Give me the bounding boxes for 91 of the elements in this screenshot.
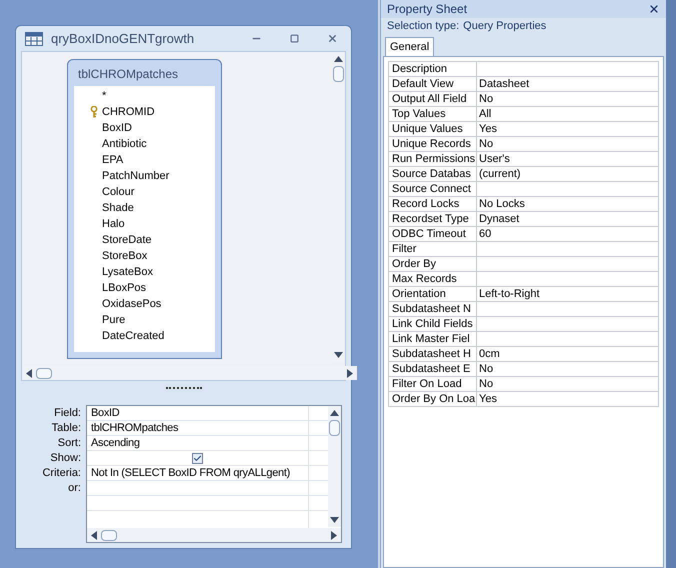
property-name: Unique Records bbox=[389, 137, 477, 151]
property-name: Source Connect bbox=[389, 182, 477, 196]
check-icon bbox=[193, 454, 202, 462]
maximize-icon[interactable] bbox=[290, 34, 299, 44]
scroll-thumb[interactable] bbox=[333, 66, 344, 82]
property-value[interactable]: Yes bbox=[479, 393, 497, 405]
property-name: Max Records bbox=[389, 272, 477, 286]
property-name: Unique Values bbox=[389, 122, 477, 136]
property-name: Run Permissions bbox=[389, 152, 477, 166]
scroll-down-icon[interactable] bbox=[334, 352, 343, 358]
property-value[interactable]: Yes bbox=[479, 123, 497, 135]
scroll-thumb[interactable] bbox=[329, 420, 340, 436]
scroll-up-icon[interactable] bbox=[334, 56, 343, 62]
property-value[interactable]: All bbox=[479, 108, 492, 120]
splitter-handle[interactable] bbox=[166, 386, 202, 390]
key-icon bbox=[90, 106, 98, 118]
field-name[interactable]: * bbox=[102, 88, 106, 105]
property-name: ODBC Timeout bbox=[389, 227, 477, 241]
property-name: Filter On Load bbox=[389, 377, 477, 391]
field-name[interactable]: Colour bbox=[102, 184, 134, 201]
property-value[interactable]: No bbox=[479, 378, 494, 390]
property-name: Recordset Type bbox=[389, 212, 477, 226]
property-value[interactable]: Dynaset bbox=[479, 213, 520, 225]
field-name[interactable]: CHROMID bbox=[102, 104, 155, 121]
field-name[interactable]: Shade bbox=[102, 200, 134, 217]
property-value[interactable]: (current) bbox=[479, 168, 521, 180]
panel-title: Property Sheet bbox=[387, 1, 468, 18]
field-list-title: tblCHROMpatches bbox=[77, 66, 180, 84]
property-name: Description bbox=[389, 62, 477, 76]
field-name[interactable]: Halo bbox=[102, 216, 125, 233]
field-name[interactable]: EPA bbox=[102, 152, 124, 169]
field-name[interactable]: Antibiotic bbox=[102, 136, 147, 153]
show-checkbox[interactable] bbox=[192, 452, 203, 464]
grid-cell-text[interactable]: BoxID bbox=[91, 406, 120, 420]
field-name[interactable]: Pure bbox=[102, 312, 126, 329]
property-name: Output All Field bbox=[389, 92, 477, 106]
property-name: Link Child Fields bbox=[389, 317, 477, 331]
grid-cell-text[interactable]: tblCHROMpatches bbox=[91, 421, 178, 435]
close-icon[interactable] bbox=[327, 33, 338, 44]
property-value[interactable]: No Locks bbox=[479, 198, 525, 210]
vertical-scrollbar[interactable] bbox=[328, 406, 341, 527]
property-value[interactable]: Datasheet bbox=[479, 78, 530, 90]
query-icon bbox=[25, 32, 43, 46]
row-label: Sort: bbox=[58, 436, 81, 451]
property-value[interactable]: No bbox=[479, 93, 494, 105]
tab[interactable]: General bbox=[385, 37, 434, 57]
property-value[interactable]: 0cm bbox=[479, 348, 500, 360]
row-label: Field: bbox=[54, 406, 81, 421]
scroll-up-icon[interactable] bbox=[330, 410, 339, 416]
horizontal-scrollbar[interactable] bbox=[87, 528, 341, 542]
window-title: qryBoxIDnoGENTgrowth bbox=[51, 30, 194, 48]
scroll-left-icon[interactable] bbox=[26, 368, 32, 378]
property-value[interactable]: No bbox=[479, 138, 494, 150]
property-name: Subdatasheet H bbox=[389, 347, 477, 361]
property-name: Order By bbox=[389, 257, 477, 271]
scroll-thumb[interactable] bbox=[36, 368, 52, 379]
property-value[interactable]: User's bbox=[479, 153, 510, 165]
selection-type-value: Query Properties bbox=[463, 19, 546, 34]
scroll-right-icon[interactable] bbox=[331, 530, 337, 540]
row-label: Show: bbox=[50, 451, 81, 466]
property-name: Record Locks bbox=[389, 197, 477, 211]
property-name: Top Values bbox=[389, 107, 477, 121]
row-label: Criteria: bbox=[42, 466, 81, 481]
field-name[interactable]: OxidasePos bbox=[102, 296, 162, 313]
close-icon[interactable] bbox=[648, 3, 660, 15]
field-name[interactable]: StoreBox bbox=[102, 248, 148, 265]
scroll-left-icon[interactable] bbox=[91, 530, 97, 540]
grid-cell-text[interactable]: Not In (SELECT BoxID FROM qryALLgent) bbox=[91, 466, 290, 480]
field-name[interactable]: LBoxPos bbox=[102, 280, 146, 297]
row-label: Table: bbox=[52, 421, 81, 436]
field-name[interactable]: LysateBox bbox=[102, 264, 153, 281]
property-name: Subdatasheet N bbox=[389, 302, 477, 316]
property-name: Default View bbox=[389, 77, 477, 91]
property-name: Subdatasheet E bbox=[389, 362, 477, 376]
property-name: Filter bbox=[389, 242, 477, 256]
scroll-down-icon[interactable] bbox=[330, 517, 339, 523]
grid-cell-text[interactable]: Ascending bbox=[91, 436, 140, 450]
property-name: Source Databas bbox=[389, 167, 477, 181]
property-name: Orientation bbox=[389, 287, 477, 301]
row-label: or: bbox=[68, 481, 81, 496]
property-value[interactable]: No bbox=[479, 363, 494, 375]
field-name[interactable]: StoreDate bbox=[102, 232, 152, 249]
property-name: Order By On Loa bbox=[389, 392, 477, 406]
scroll-thumb[interactable] bbox=[101, 530, 117, 540]
property-value[interactable]: Left-to-Right bbox=[479, 288, 540, 300]
selection-type-label: Selection type: bbox=[387, 19, 460, 34]
field-name[interactable]: BoxID bbox=[102, 120, 132, 137]
property-value[interactable]: 60 bbox=[479, 228, 492, 240]
property-name: Link Master Fiel bbox=[389, 332, 477, 346]
field-name[interactable]: PatchNumber bbox=[102, 168, 170, 185]
field-name[interactable]: DateCreated bbox=[102, 328, 164, 345]
